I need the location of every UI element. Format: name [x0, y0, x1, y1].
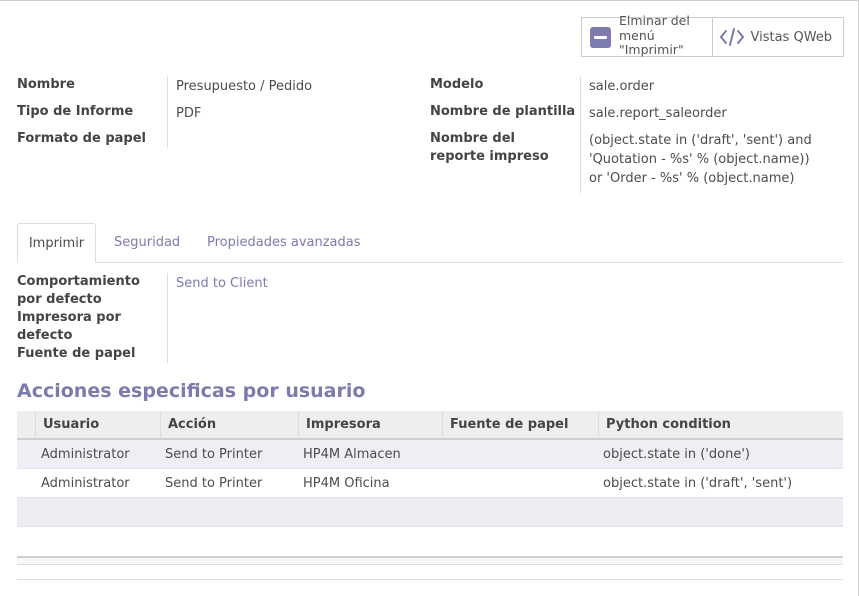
default-behaviour-value[interactable]: Send to Client	[176, 276, 268, 291]
section-title: Acciones especificas por usuario	[17, 380, 366, 402]
cell-user: Administrator	[41, 476, 130, 491]
cell-python-condition: object.state in ('done')	[603, 447, 750, 462]
default-behaviour-label: Comportamiento por defecto	[17, 274, 140, 307]
form-bottom-divider	[17, 579, 843, 580]
column-header-printer[interactable]: Impresora	[298, 411, 442, 439]
empty-row[interactable]	[17, 498, 843, 527]
qweb-views-button[interactable]: Vistas QWeb	[712, 18, 843, 56]
name-value[interactable]: Presupuesto / Pedido	[176, 77, 312, 96]
report-type-value[interactable]: PDF	[176, 104, 201, 123]
model-label: Modelo	[430, 77, 484, 92]
column-header-action[interactable]: Acción	[160, 411, 298, 439]
minus-square-icon	[590, 26, 611, 48]
remove-print-menu-button[interactable]: Elminar del menú "Imprimir"	[582, 14, 713, 57]
table-footer	[17, 556, 843, 565]
code-icon	[719, 28, 744, 46]
cell-printer: HP4M Almacen	[303, 447, 401, 462]
left-group-separator	[167, 76, 168, 148]
print-report-name-value[interactable]: (object.state in ('draft', 'sent') and '…	[589, 131, 815, 188]
tab-security[interactable]: Seguridad	[114, 223, 180, 263]
table-row[interactable]: Administrator Send to Printer HP4M Almac…	[17, 440, 843, 469]
qweb-views-label: Vistas QWeb	[750, 29, 833, 45]
print-report-name-label: Nombre del reporte impreso	[430, 131, 549, 164]
cell-python-condition: object.state in ('draft', 'sent')	[603, 476, 793, 491]
tab-advanced-properties[interactable]: Propiedades avanzadas	[207, 223, 361, 263]
right-group-separator	[580, 76, 581, 193]
name-label: Nombre	[17, 77, 75, 92]
paper-source-label: Fuente de papel	[17, 346, 136, 361]
cell-action: Send to Printer	[165, 476, 263, 491]
column-header-python-condition[interactable]: Python condition	[598, 411, 843, 439]
report-type-label: Tipo de Informe	[17, 104, 134, 119]
template-name-label: Nombre de plantilla	[430, 104, 576, 119]
model-value[interactable]: sale.order	[589, 77, 654, 96]
tab-print[interactable]: Imprimir	[17, 223, 96, 263]
paper-format-label: Formato de papel	[17, 131, 146, 146]
table-header: Usuario Acción Impresora Fuente de papel…	[17, 411, 843, 440]
column-header-user[interactable]: Usuario	[35, 411, 160, 439]
cell-printer: HP4M Oficina	[303, 476, 390, 491]
top-border	[0, 0, 859, 1]
user-actions-table: Usuario Acción Impresora Fuente de papel…	[17, 411, 843, 527]
notebook-tabs: Imprimir Seguridad Propiedades avanzadas	[17, 223, 843, 263]
remove-print-menu-label: Elminar del menú "Imprimir"	[619, 13, 690, 58]
table-row[interactable]: Administrator Send to Printer HP4M Ofici…	[17, 469, 843, 498]
cell-action: Send to Printer	[165, 447, 263, 462]
default-printer-label: Impresora por defecto	[17, 310, 121, 343]
template-name-value[interactable]: sale.report_saleorder	[589, 104, 727, 123]
cell-user: Administrator	[41, 447, 130, 462]
print-tab-separator	[167, 273, 168, 363]
column-header-paper-source[interactable]: Fuente de papel	[442, 411, 598, 439]
smart-button-box: Elminar del menú "Imprimir" Vistas QWeb	[581, 14, 844, 57]
